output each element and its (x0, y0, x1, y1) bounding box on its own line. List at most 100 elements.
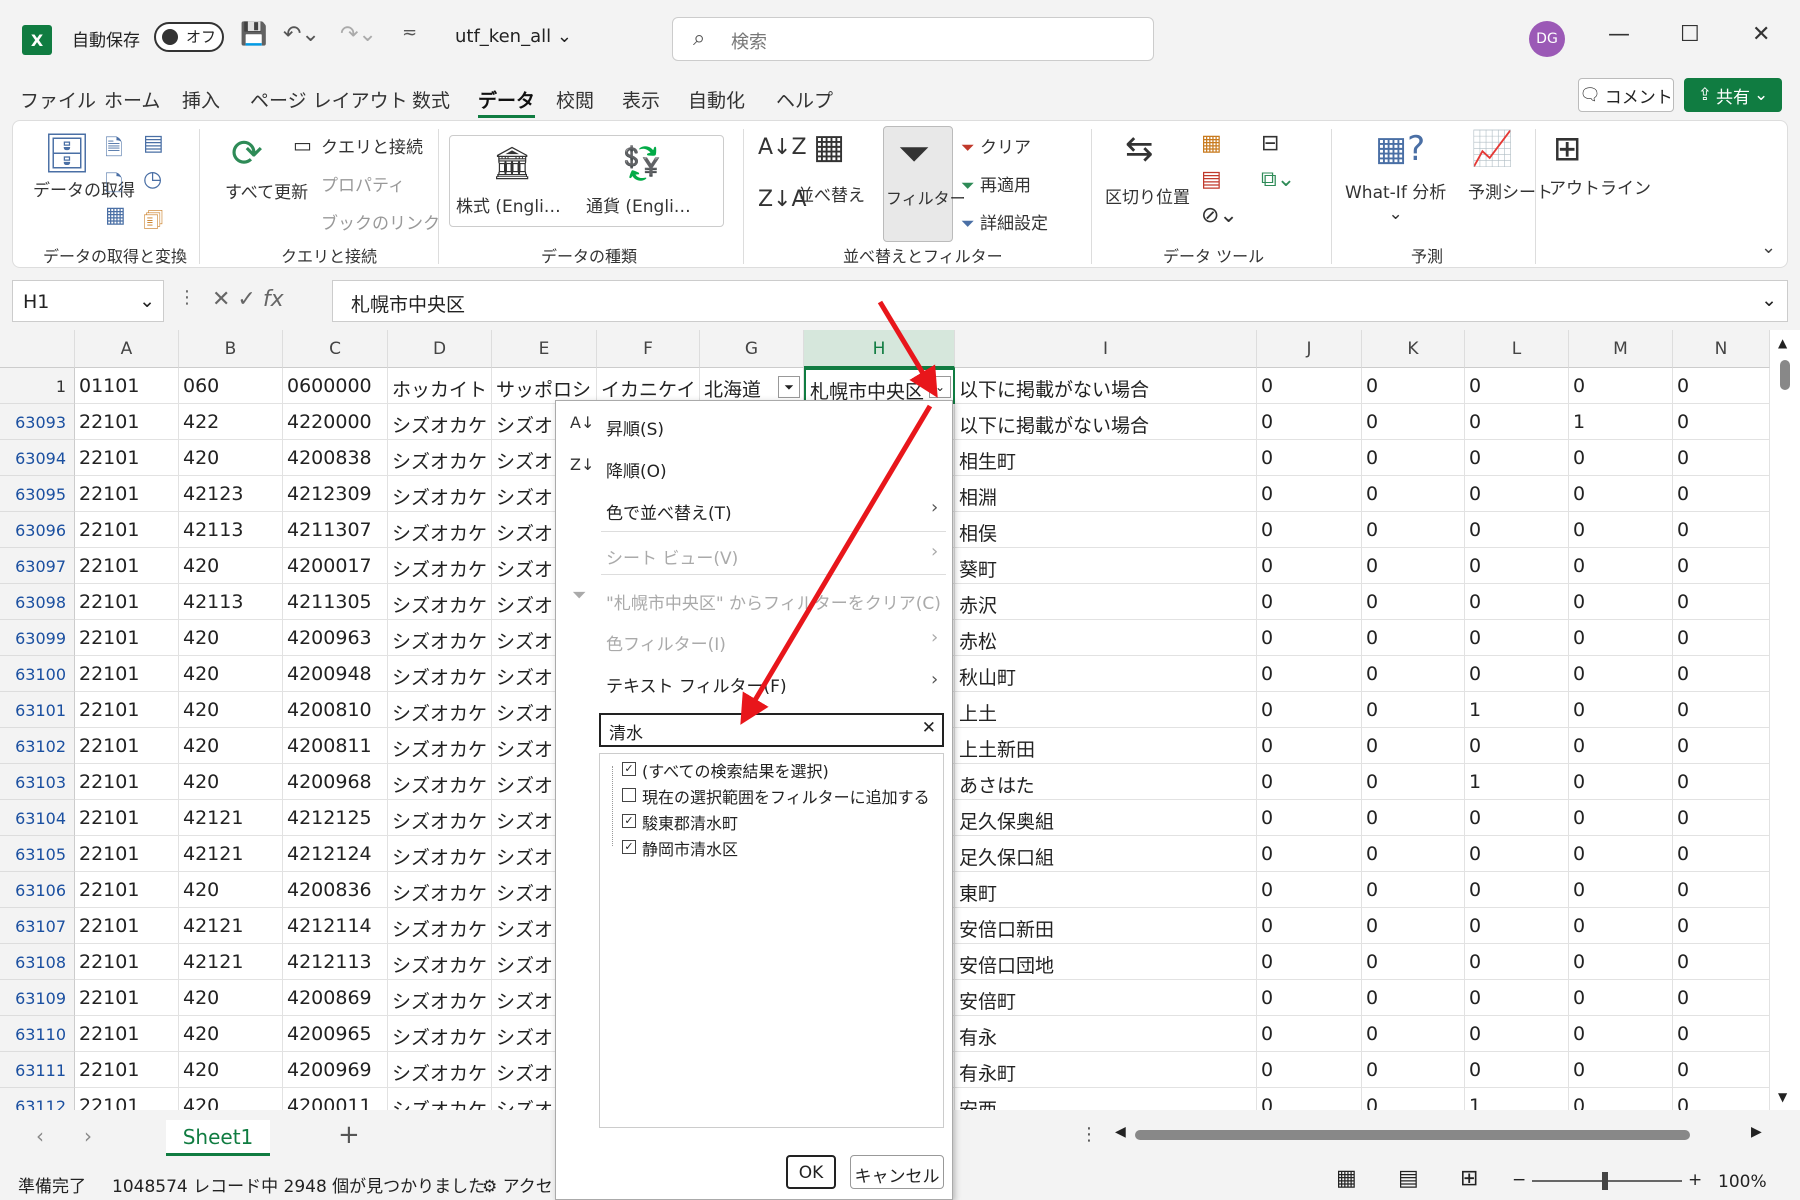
table-cell[interactable]: 以下に掲載がない場合 (955, 404, 1257, 440)
table-cell[interactable]: 1 (1569, 404, 1673, 440)
table-cell[interactable]: 0 (1465, 908, 1569, 944)
table-cell[interactable]: シズオカケ (388, 584, 492, 620)
table-cell[interactable]: 0 (1673, 872, 1770, 908)
table-cell[interactable]: 0 (1257, 692, 1362, 728)
zoom-level[interactable]: 100% (1718, 1172, 1767, 1192)
tab-page-layout[interactable]: ページ レイアウト (250, 86, 408, 113)
table-cell[interactable]: 東町 (955, 872, 1257, 908)
table-cell[interactable]: 4220000 (283, 404, 388, 440)
table-cell[interactable]: 420 (179, 620, 283, 656)
table-cell[interactable]: 0 (1465, 368, 1569, 404)
cancel-button[interactable]: キャンセル (850, 1155, 944, 1189)
table-cell[interactable]: シズオカケ (388, 1052, 492, 1088)
file-name[interactable]: utf_ken_all ⌄ (455, 26, 572, 47)
table-cell[interactable]: 4200968 (283, 764, 388, 800)
table-cell[interactable]: 相淵 (955, 476, 1257, 512)
table-cell[interactable]: 0 (1673, 980, 1770, 1016)
filter-search-input[interactable]: 清水 ✕ (599, 713, 944, 747)
column-header[interactable]: K (1362, 330, 1465, 368)
table-cell[interactable]: 0 (1569, 548, 1673, 584)
table-cell[interactable]: 4200811 (283, 728, 388, 764)
table-cell[interactable]: 22101 (75, 908, 179, 944)
table-cell[interactable]: 0 (1569, 440, 1673, 476)
table-cell[interactable]: 22101 (75, 800, 179, 836)
table-cell[interactable]: 22101 (75, 620, 179, 656)
select-all-results[interactable]: (すべての検索結果を選択) (642, 758, 829, 782)
table-cell[interactable]: 22101 (75, 764, 179, 800)
table-cell[interactable]: 0 (1673, 368, 1770, 404)
row-header[interactable]: 63109 (0, 980, 75, 1016)
table-cell[interactable]: 4200011 (283, 1088, 388, 1110)
table-cell[interactable]: サッポロシ (492, 368, 597, 404)
table-cell[interactable]: 0600000 (283, 368, 388, 404)
formula-input[interactable]: 札幌市中央区 ⌄ (332, 280, 1788, 322)
sheet-tab[interactable]: Sheet1 (166, 1120, 270, 1156)
minimize-icon[interactable]: — (1608, 22, 1630, 47)
table-cell[interactable]: 0 (1465, 620, 1569, 656)
add-sheet-icon[interactable]: + (338, 1120, 360, 1150)
table-cell[interactable]: シズオカケ (388, 404, 492, 440)
table-cell[interactable]: 0 (1465, 836, 1569, 872)
table-cell[interactable]: 0 (1362, 1052, 1465, 1088)
recent-sources-icon[interactable]: ◷ (143, 167, 162, 192)
table-cell[interactable]: 0 (1673, 620, 1770, 656)
advanced-button[interactable]: ⏷ 詳細設定 (961, 209, 1048, 234)
row-header[interactable]: 63101 (0, 692, 75, 728)
normal-view-icon[interactable]: ▦ (1336, 1166, 1357, 1191)
table-cell[interactable]: 0 (1673, 440, 1770, 476)
table-cell[interactable]: 上土 (955, 692, 1257, 728)
next-sheet-icon[interactable]: › (84, 1124, 92, 1148)
table-cell[interactable]: 42121 (179, 908, 283, 944)
table-cell[interactable]: 0 (1465, 872, 1569, 908)
table-cell[interactable]: 0 (1362, 908, 1465, 944)
scroll-down-icon[interactable]: ▼ (1778, 1090, 1787, 1104)
table-cell[interactable]: 0 (1257, 1052, 1362, 1088)
table-cell[interactable]: シズオカケ (388, 908, 492, 944)
select-all-corner[interactable] (0, 330, 75, 368)
table-cell[interactable]: 0 (1362, 512, 1465, 548)
table-cell[interactable]: シズオカケ (388, 872, 492, 908)
table-cell[interactable]: 420 (179, 656, 283, 692)
table-cell[interactable]: 0 (1257, 872, 1362, 908)
row-header[interactable]: 63112 (0, 1088, 75, 1110)
column-header[interactable]: G (700, 330, 804, 368)
table-cell[interactable]: 安倍口新田 (955, 908, 1257, 944)
table-cell[interactable]: 有永 (955, 1016, 1257, 1052)
table-cell[interactable]: 安倍町 (955, 980, 1257, 1016)
table-cell[interactable]: 0 (1673, 692, 1770, 728)
column-header[interactable]: C (283, 330, 388, 368)
close-icon[interactable]: ✕ (1752, 22, 1770, 47)
table-cell[interactable]: 4212309 (283, 476, 388, 512)
table-cell[interactable]: 0 (1362, 476, 1465, 512)
stocks-button[interactable]: 株式 (Engli… (456, 192, 561, 217)
table-cell[interactable]: 4211305 (283, 584, 388, 620)
scroll-thumb[interactable] (1780, 360, 1790, 390)
filter-value-item[interactable]: 駿東郡清水町 (642, 810, 738, 834)
table-cell[interactable]: シズオカケ (388, 620, 492, 656)
table-cell[interactable]: 4200017 (283, 548, 388, 584)
table-cell[interactable]: 0 (1257, 548, 1362, 584)
table-cell[interactable]: 0 (1673, 944, 1770, 980)
table-cell[interactable]: 0 (1257, 620, 1362, 656)
row-header[interactable]: 63104 (0, 800, 75, 836)
scroll-right-icon[interactable]: ▶ (1751, 1124, 1762, 1140)
tab-data[interactable]: データ (478, 86, 536, 118)
row-header[interactable]: 63097 (0, 548, 75, 584)
table-cell[interactable]: 22101 (75, 1016, 179, 1052)
column-header[interactable]: D (388, 330, 492, 368)
table-cell[interactable]: 420 (179, 872, 283, 908)
column-header[interactable]: N (1673, 330, 1770, 368)
row-header[interactable]: 63107 (0, 908, 75, 944)
table-cell[interactable]: シズオカケ (388, 692, 492, 728)
table-cell[interactable]: 0 (1569, 836, 1673, 872)
table-cell[interactable]: 0 (1465, 512, 1569, 548)
table-cell[interactable]: 0 (1673, 656, 1770, 692)
table-cell[interactable]: 4212114 (283, 908, 388, 944)
row-header[interactable]: 63095 (0, 476, 75, 512)
redo-icon[interactable]: ↷⌄ (340, 22, 377, 47)
table-cell[interactable]: 0 (1257, 800, 1362, 836)
table-cell[interactable]: 0 (1362, 728, 1465, 764)
table-cell[interactable]: 22101 (75, 404, 179, 440)
search-box[interactable]: ⌕ 検索 (672, 17, 1154, 61)
sort-ascending-item[interactable]: 昇順(S) (606, 415, 664, 440)
